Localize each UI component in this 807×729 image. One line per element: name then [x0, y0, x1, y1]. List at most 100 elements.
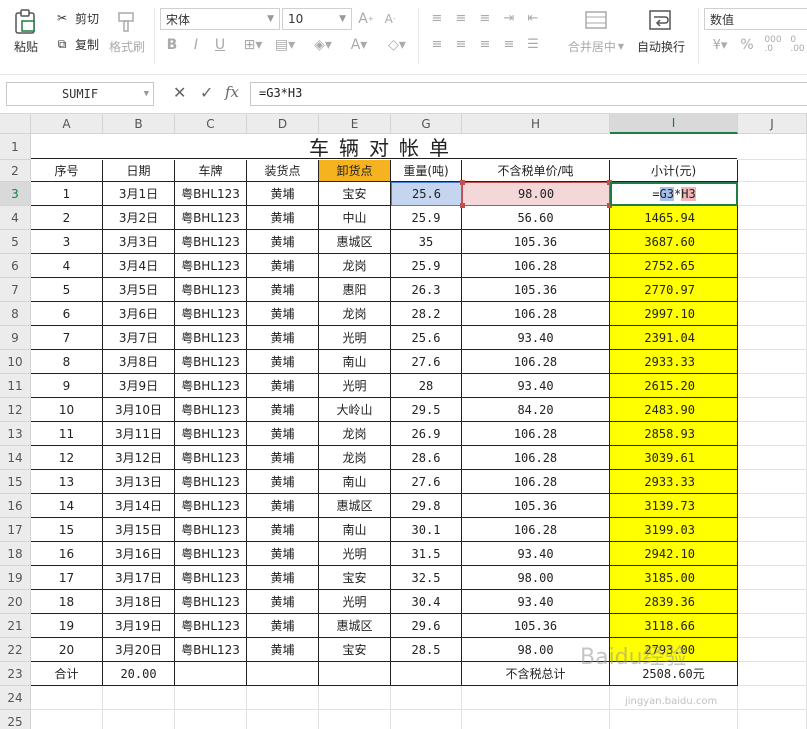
cell-g15[interactable]: 27.6 [391, 470, 462, 494]
cell-j14[interactable] [738, 446, 807, 470]
cell-a22[interactable]: 20 [31, 638, 103, 662]
cell-j23[interactable] [738, 662, 807, 686]
cell-j17[interactable] [738, 518, 807, 542]
row-header-1[interactable]: 1 [0, 134, 31, 160]
cell-h19[interactable]: 98.00 [462, 566, 610, 590]
cell-h9[interactable]: 93.40 [462, 326, 610, 350]
cell-i6[interactable]: 2752.65 [610, 254, 738, 278]
cell-i13[interactable]: 2858.93 [610, 422, 738, 446]
outdent-icon[interactable]: ⇤ [524, 10, 542, 26]
cell-j25[interactable] [738, 710, 807, 729]
cell-d7[interactable]: 黄埔 [247, 278, 319, 302]
percent-icon[interactable]: % [738, 36, 756, 54]
cell-i16[interactable]: 3139.73 [610, 494, 738, 518]
fill-color-icon[interactable]: ◈▾ [310, 36, 336, 54]
cell-i18[interactable]: 2942.10 [610, 542, 738, 566]
cell-i11[interactable]: 2615.20 [610, 374, 738, 398]
cell-j4[interactable] [738, 206, 807, 230]
cell-c12[interactable]: 粤BHL123 [175, 398, 247, 422]
cell-j22[interactable] [738, 638, 807, 662]
cell-g17[interactable]: 30.1 [391, 518, 462, 542]
align-top-icon[interactable]: ≡ [428, 10, 446, 26]
cell-i19[interactable]: 3185.00 [610, 566, 738, 590]
merge-center-button[interactable]: 合并居中 ▼ [562, 38, 630, 54]
cell-j24[interactable] [738, 686, 807, 710]
column-header-b[interactable]: B [103, 114, 175, 134]
cell-i20[interactable]: 2839.36 [610, 590, 738, 614]
row-header-6[interactable]: 6 [0, 254, 31, 278]
header-cell-h[interactable]: 不含税单价/吨 [462, 160, 610, 182]
merge-center-icon[interactable] [584, 8, 608, 32]
cell-h4[interactable]: 56.60 [462, 206, 610, 230]
cell-d8[interactable]: 黄埔 [247, 302, 319, 326]
cell-i12[interactable]: 2483.90 [610, 398, 738, 422]
cell-d6[interactable]: 黄埔 [247, 254, 319, 278]
copy-icon[interactable]: ⧉ [53, 36, 71, 52]
cell-b13[interactable]: 3月11日 [103, 422, 175, 446]
cell-i10[interactable]: 2933.33 [610, 350, 738, 374]
row-header-17[interactable]: 17 [0, 518, 31, 542]
cell-c23[interactable] [175, 662, 247, 686]
cell-h18[interactable]: 93.40 [462, 542, 610, 566]
row-header-3[interactable]: 3 [0, 182, 31, 206]
cell-a24[interactable] [31, 686, 103, 710]
cell-b18[interactable]: 3月16日 [103, 542, 175, 566]
cell-b3[interactable]: 3月1日 [103, 182, 175, 206]
cell-e18[interactable]: 光明 [319, 542, 391, 566]
cell-h3[interactable]: 98.00 [462, 182, 610, 206]
cell-c9[interactable]: 粤BHL123 [175, 326, 247, 350]
cell-e3[interactable]: 宝安 [319, 182, 391, 206]
cell-i15[interactable]: 2933.33 [610, 470, 738, 494]
row-header-19[interactable]: 19 [0, 566, 31, 590]
row-header-24[interactable]: 24 [0, 686, 31, 710]
cell-e23[interactable] [319, 662, 391, 686]
cell-c8[interactable]: 粤BHL123 [175, 302, 247, 326]
cell-j6[interactable] [738, 254, 807, 278]
cell-b17[interactable]: 3月15日 [103, 518, 175, 542]
row-header-22[interactable]: 22 [0, 638, 31, 662]
font-name-select[interactable]: 宋体 ▼ [160, 8, 280, 30]
decimal-increase-icon[interactable]: 000.0 [762, 34, 784, 56]
cell-e13[interactable]: 龙岗 [319, 422, 391, 446]
cell-j18[interactable] [738, 542, 807, 566]
cell-j19[interactable] [738, 566, 807, 590]
currency-icon[interactable]: ¥▾ [706, 36, 734, 54]
header-cell-e[interactable]: 卸货点 [319, 160, 391, 182]
cell-d9[interactable]: 黄埔 [247, 326, 319, 350]
cell-j10[interactable] [738, 350, 807, 374]
column-header-h[interactable]: H [462, 114, 610, 134]
cell-g22[interactable]: 28.5 [391, 638, 462, 662]
total-weight-cell[interactable]: 20.00 [103, 662, 175, 686]
cell-g11[interactable]: 28 [391, 374, 462, 398]
cell-c13[interactable]: 粤BHL123 [175, 422, 247, 446]
row-header-2[interactable]: 2 [0, 160, 31, 182]
cell-e19[interactable]: 宝安 [319, 566, 391, 590]
cell-c19[interactable]: 粤BHL123 [175, 566, 247, 590]
cell-h12[interactable]: 84.20 [462, 398, 610, 422]
cell-c10[interactable]: 粤BHL123 [175, 350, 247, 374]
cell-j3[interactable] [738, 182, 807, 206]
cell-b15[interactable]: 3月13日 [103, 470, 175, 494]
cell-style-icon[interactable]: ▤▾ [272, 36, 298, 54]
cell-b16[interactable]: 3月14日 [103, 494, 175, 518]
cell-e11[interactable]: 光明 [319, 374, 391, 398]
column-header-d[interactable]: D [247, 114, 319, 134]
cell-a5[interactable]: 3 [31, 230, 103, 254]
cell-c14[interactable]: 粤BHL123 [175, 446, 247, 470]
cell-h6[interactable]: 106.28 [462, 254, 610, 278]
cell-g18[interactable]: 31.5 [391, 542, 462, 566]
cell-b21[interactable]: 3月19日 [103, 614, 175, 638]
cell-c22[interactable]: 粤BHL123 [175, 638, 247, 662]
cell-a18[interactable]: 16 [31, 542, 103, 566]
copy-button[interactable]: 复制 [73, 36, 101, 52]
column-header-i[interactable]: I [610, 114, 738, 134]
cell-g19[interactable]: 32.5 [391, 566, 462, 590]
decimal-decrease-icon[interactable]: 0.00 [788, 34, 807, 56]
cell-a15[interactable]: 13 [31, 470, 103, 494]
cell-b20[interactable]: 3月18日 [103, 590, 175, 614]
cell-b8[interactable]: 3月6日 [103, 302, 175, 326]
cell-d18[interactable]: 黄埔 [247, 542, 319, 566]
row-header-18[interactable]: 18 [0, 542, 31, 566]
cell-g20[interactable]: 30.4 [391, 590, 462, 614]
row-header-11[interactable]: 11 [0, 374, 31, 398]
